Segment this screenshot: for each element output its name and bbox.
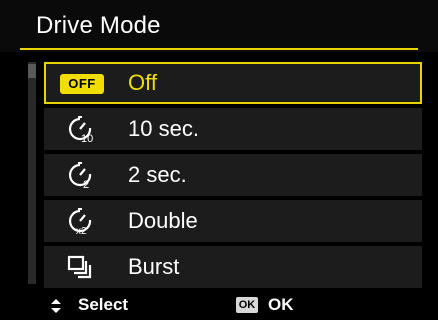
page-title: Drive Mode	[36, 12, 161, 39]
menu-item-2-sec[interactable]: 2 2 sec.	[44, 154, 422, 196]
ok-button-icon: OK	[236, 297, 258, 313]
menu-item-burst[interactable]: Burst	[44, 246, 422, 288]
off-badge-icon: OFF	[60, 74, 104, 94]
menu-item-label: 2 sec.	[128, 162, 187, 187]
footer-ok-label: OK	[268, 295, 294, 314]
menu-item-off[interactable]: OFF Off	[44, 62, 422, 104]
self-timer-2-icon: 2	[68, 162, 92, 189]
scrollbar-thumb[interactable]	[28, 64, 36, 78]
menu-item-10-sec[interactable]: 10 10 sec.	[44, 108, 422, 150]
menu-item-label: 10 sec.	[128, 116, 199, 141]
menu-item-double[interactable]: x2 Double	[44, 200, 422, 242]
self-timer-double-icon: x2	[68, 208, 92, 235]
svg-text:2: 2	[83, 179, 89, 189]
menu-item-label: Double	[128, 208, 198, 233]
self-timer-10-icon: 10	[68, 116, 93, 143]
drive-mode-list: OFF Off 10 10 sec. 2 2 sec. x2 Double Bu…	[44, 62, 422, 292]
scrollbar[interactable]	[28, 62, 36, 284]
header: Drive Mode	[0, 0, 438, 52]
menu-item-label: Burst	[128, 254, 180, 279]
svg-text:10: 10	[81, 133, 93, 143]
menu-item-label: Off	[128, 70, 157, 95]
header-divider	[20, 48, 418, 50]
svg-text:x2: x2	[76, 226, 87, 235]
footer-select-label: Select	[78, 295, 129, 314]
up-down-arrows-icon	[51, 299, 61, 313]
burst-icon	[67, 255, 92, 279]
footer-bar: Select OK OK	[0, 290, 438, 320]
